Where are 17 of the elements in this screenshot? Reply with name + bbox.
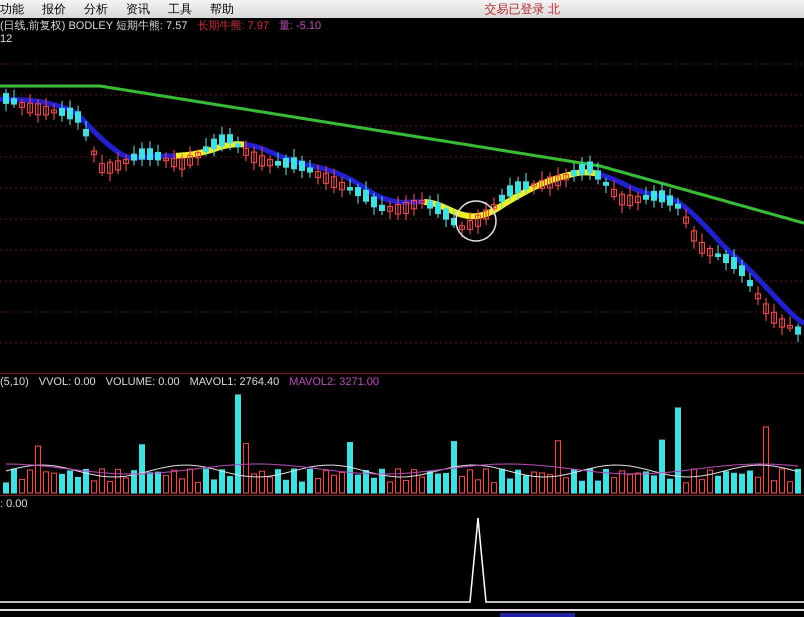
- legend-text: MAVOL2: 3271.00: [289, 376, 379, 388]
- legend-text: (日线,前复权) BODLEY 短期牛熊: 7.57: [0, 19, 188, 34]
- menu-item[interactable]: 帮助: [210, 0, 234, 18]
- legend-text: 量: -5.10: [278, 19, 322, 34]
- legend-text: VVOL: 0.00: [38, 376, 96, 388]
- menu-item[interactable]: 工具: [168, 0, 192, 18]
- legend-text: : 0.00: [0, 498, 28, 510]
- menu-item[interactable]: 报价: [42, 0, 66, 18]
- legend-text: VOLUME: 0.00: [106, 376, 180, 388]
- legend-text: MAVOL1: 2764.40: [190, 376, 280, 388]
- login-status: 交易已登录 北: [484, 0, 561, 18]
- menu-item[interactable]: 资讯: [126, 0, 150, 18]
- legend-text: (5,10): [0, 376, 29, 388]
- price-scale-label: 12: [0, 34, 14, 44]
- menu-item[interactable]: 功能: [0, 0, 24, 18]
- legend-text: 长期牛熊: 7.97: [197, 19, 269, 34]
- menu-item[interactable]: 分析: [84, 0, 108, 18]
